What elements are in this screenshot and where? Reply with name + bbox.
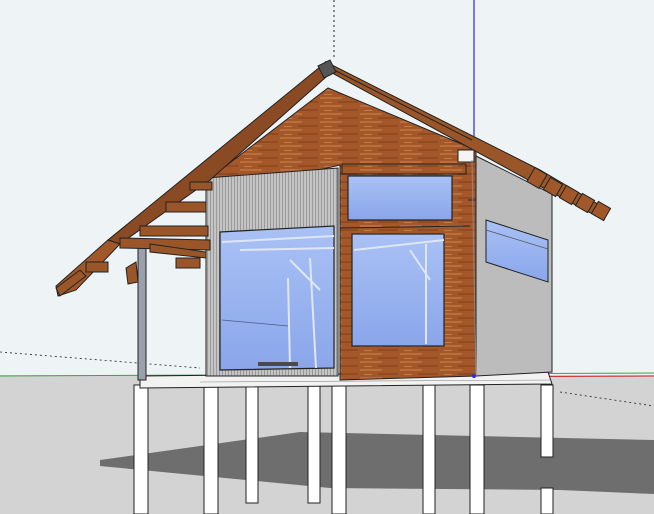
scene-canvas[interactable] <box>0 0 654 514</box>
axis-origin-icon <box>472 374 476 378</box>
porch-post[interactable] <box>137 245 147 381</box>
modeling-viewport[interactable] <box>0 0 654 514</box>
clerestory-window[interactable] <box>347 175 453 221</box>
front-window-right[interactable] <box>351 233 445 347</box>
